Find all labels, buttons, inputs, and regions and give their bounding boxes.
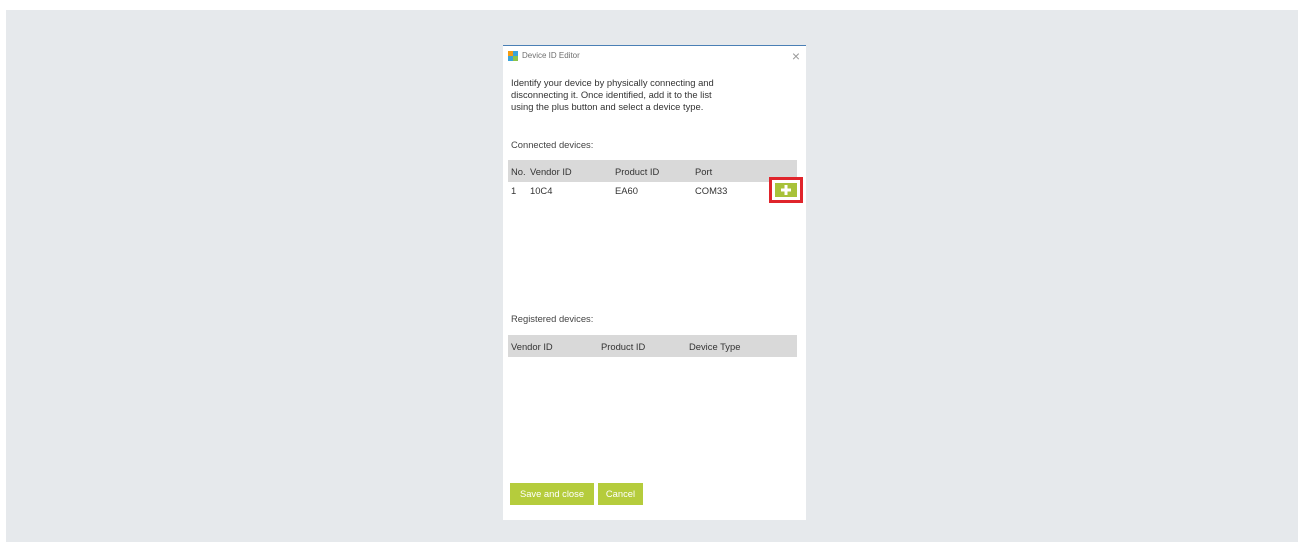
window-title: Device ID Editor [522,51,580,60]
add-device-button[interactable] [769,177,803,203]
close-icon[interactable]: × [792,47,800,65]
cell-product-id: EA60 [615,185,638,196]
column-header-product-id: Product ID [601,341,646,352]
registered-devices-header: Vendor ID Product ID Device Type [508,335,797,357]
cell-no: 1 [511,185,517,196]
column-header-vendor-id: Vendor ID [530,166,572,177]
column-header-device-type: Device Type [689,341,741,352]
cancel-button[interactable]: Cancel [598,483,643,505]
column-header-product-id: Product ID [615,166,660,177]
cell-port: COM33 [695,185,728,196]
column-header-no: No. [511,166,526,177]
column-header-port: Port [695,166,713,177]
column-header-vendor-id: Vendor ID [511,341,553,352]
instructions-line: Identify your device by physically conne… [511,77,714,88]
instructions-line: using the plus button and select a devic… [511,101,704,112]
registered-devices-label: Registered devices: [511,313,594,324]
titlebar: Device ID Editor × [503,46,806,68]
connected-devices-label: Connected devices: [511,139,594,150]
instructions-text: Identify your device by physically conne… [511,77,751,113]
add-button-fill [775,183,797,197]
save-and-close-button[interactable]: Save and close [510,483,594,505]
instructions-line: disconnecting it. Once identified, add i… [511,89,712,100]
device-id-editor-dialog: Device ID Editor × Identify your device … [503,45,806,520]
app-icon [508,51,518,61]
cell-vendor-id: 10C4 [530,185,553,196]
connected-devices-header: No. Vendor ID Product ID Port [508,160,797,182]
plus-icon [781,185,791,195]
